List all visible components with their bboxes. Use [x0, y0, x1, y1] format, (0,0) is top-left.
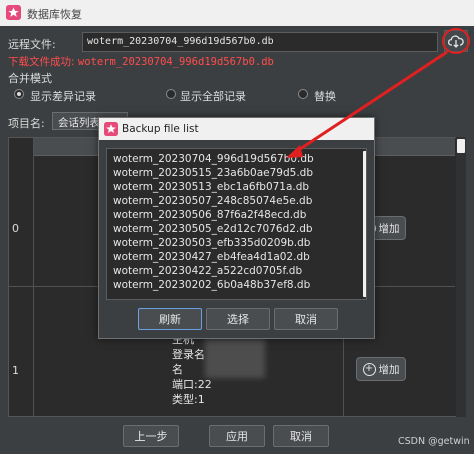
annotation-overlay — [286, 28, 470, 158]
annotation-arrowhead — [286, 145, 303, 158]
annotation-circle — [442, 28, 470, 54]
annotation-arrow — [293, 50, 448, 155]
